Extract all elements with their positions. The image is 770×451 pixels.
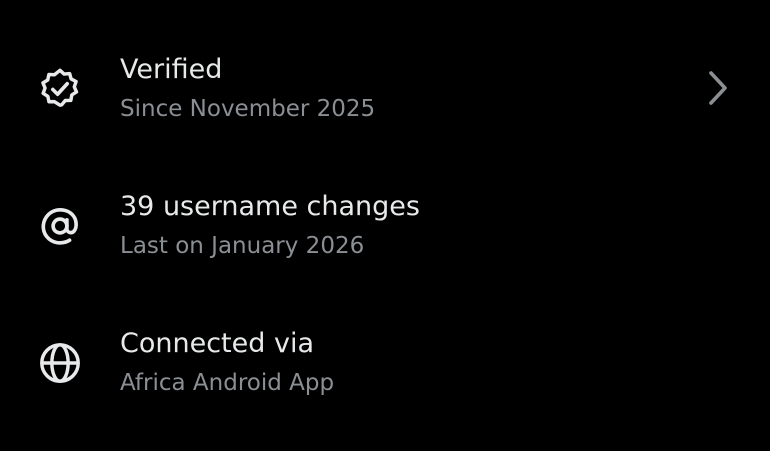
username-changes-subtitle: Last on January 2026 [120, 233, 365, 259]
globe-icon [37, 340, 83, 386]
username-changes-row: 39 username changes Last on January 2026 [0, 157, 770, 294]
connected-via-row: Connected via Africa Android App [0, 294, 770, 431]
at-sign-icon [37, 203, 83, 249]
connected-via-title: Connected via [120, 328, 314, 359]
verified-subtitle: Since November 2025 [120, 96, 376, 122]
verified-title: Verified [120, 54, 223, 85]
chevron-right-icon[interactable] [700, 68, 736, 108]
username-changes-title: 39 username changes [120, 191, 420, 222]
verified-row[interactable]: Verified Since November 2025 [0, 20, 770, 157]
verified-badge-icon [37, 66, 83, 112]
connected-via-subtitle: Africa Android App [120, 370, 335, 396]
